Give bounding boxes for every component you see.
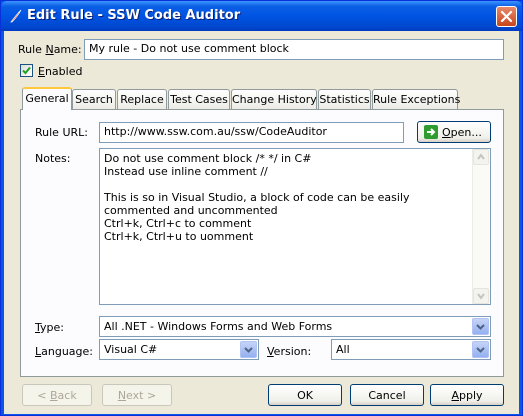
- enabled-label[interactable]: Enabled: [38, 65, 82, 78]
- tab-rule-exceptions[interactable]: Rule Exceptions: [372, 89, 460, 109]
- enabled-checkbox[interactable]: [20, 64, 33, 77]
- close-icon: [500, 10, 513, 23]
- back-button-prefix: <: [37, 389, 50, 402]
- window-title: Edit Rule - SSW Code Auditor: [27, 8, 241, 23]
- back-button-rest: ack: [57, 389, 77, 402]
- tab-general[interactable]: General: [22, 87, 72, 110]
- app-feather-icon: [10, 9, 22, 23]
- rule-name-input[interactable]: My rule - Do not use comment block: [84, 39, 504, 60]
- cancel-button[interactable]: Cancel: [350, 384, 424, 406]
- chevron-down-icon: [244, 347, 253, 353]
- type-dropdown-button[interactable]: [472, 318, 489, 335]
- type-label: Type:: [35, 321, 64, 334]
- notes-label: Notes:: [35, 152, 71, 165]
- chevron-down-icon: [476, 347, 485, 353]
- chevron-down-icon: [476, 324, 485, 330]
- version-label: Version:: [267, 345, 311, 358]
- version-label-rest: ersion:: [273, 345, 312, 358]
- rule-url-label: Rule URL:: [35, 126, 88, 139]
- tab-statistics[interactable]: Statistics: [318, 89, 371, 109]
- enabled-label-rest: nabled: [44, 65, 83, 78]
- version-select[interactable]: All: [331, 339, 491, 360]
- rule-url-input[interactable]: http://www.ssw.com.au/ssw/CodeAuditor: [99, 122, 404, 143]
- scroll-up-button[interactable]: [473, 149, 489, 165]
- open-button-label: Open...: [442, 122, 482, 143]
- dialog-client-area: Rule Name: My rule - Do not use comment …: [4, 31, 519, 414]
- rule-name-label-rest: ame:: [53, 43, 82, 56]
- tab-change-history[interactable]: Change History: [231, 89, 317, 109]
- language-label: Language:: [35, 345, 93, 358]
- arrow-up-icon: [477, 153, 485, 160]
- language-label-rest: anguage:: [41, 345, 94, 358]
- type-select-value: All .NET - Windows Forms and Web Forms: [104, 320, 333, 333]
- rule-name-label: Rule Name:: [18, 43, 82, 56]
- back-button-accel: B: [50, 389, 58, 402]
- tab-search[interactable]: Search: [72, 89, 116, 109]
- language-dropdown-button[interactable]: [240, 341, 257, 358]
- apply-button[interactable]: Apply: [430, 384, 504, 406]
- version-label-accel: V: [267, 345, 274, 358]
- back-button[interactable]: < Back: [22, 384, 92, 406]
- apply-button-accel: A: [451, 389, 459, 402]
- ok-button[interactable]: OK: [268, 384, 342, 406]
- language-select-value: Visual C#: [104, 343, 158, 356]
- tab-test-cases[interactable]: Test Cases: [168, 89, 230, 109]
- close-button[interactable]: [496, 6, 517, 27]
- notes-scrollbar[interactable]: [472, 149, 490, 304]
- version-select-value: All: [336, 343, 350, 356]
- rule-name-label-accel: N: [45, 43, 54, 56]
- checkmark-icon: [22, 66, 31, 75]
- tab-replace[interactable]: Replace: [117, 89, 167, 109]
- arrow-down-icon: [477, 293, 485, 300]
- notes-text: Do not use comment block /* */ in C# Ins…: [104, 152, 410, 243]
- type-label-rest: ype:: [40, 321, 64, 334]
- arrow-right-icon: [424, 125, 438, 139]
- next-button-accel: N: [117, 389, 127, 402]
- next-button-rest: ext >: [126, 389, 157, 402]
- open-button-accel: O: [442, 126, 451, 139]
- open-button-rest: pen...: [450, 126, 482, 139]
- version-dropdown-button[interactable]: [472, 341, 489, 358]
- notes-textarea[interactable]: Do not use comment block /* */ in C# Ins…: [99, 148, 491, 305]
- next-button[interactable]: Next >: [102, 384, 172, 406]
- language-select[interactable]: Visual C#: [99, 339, 259, 360]
- rule-name-label-prefix: Rule: [18, 43, 46, 56]
- apply-button-rest: pply: [459, 389, 483, 402]
- open-button[interactable]: Open...: [417, 121, 491, 143]
- scroll-down-button[interactable]: [473, 288, 489, 304]
- dialog-window: Edit Rule - SSW Code Auditor Rule Name: …: [0, 0, 523, 416]
- enabled-label-accel: E: [38, 65, 45, 78]
- type-select[interactable]: All .NET - Windows Forms and Web Forms: [99, 316, 491, 337]
- title-bar[interactable]: Edit Rule - SSW Code Auditor: [1, 1, 522, 31]
